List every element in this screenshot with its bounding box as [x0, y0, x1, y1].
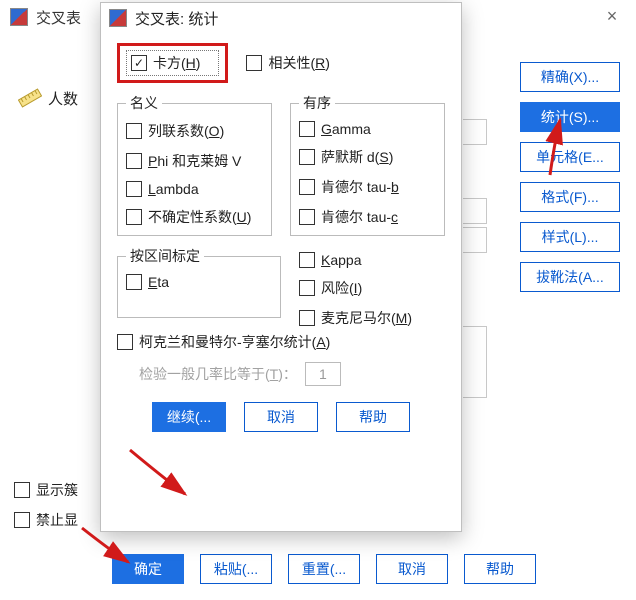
interval-legend: 按区间标定	[126, 246, 204, 266]
contingency-coef-checkbox[interactable]	[126, 123, 142, 139]
reset-button[interactable]: 重置(...	[288, 554, 360, 584]
eta-checkbox[interactable]	[126, 274, 142, 290]
lambda-label: Lambda	[148, 181, 199, 197]
kendall-tau-c-label: 肯德尔 tau-c	[321, 207, 398, 227]
uncertainty-coef-label: 不确定性系数(U)	[148, 207, 251, 227]
field-label-people[interactable]: 人数	[48, 88, 78, 109]
child-titlebar: 交叉表: 统计	[101, 3, 461, 33]
close-icon[interactable]: ×	[602, 6, 622, 26]
parent-side-buttons: 精确(X)... 统计(S)... 单元格(E... 格式(F)... 样式(L…	[520, 62, 620, 292]
child-title: 交叉表: 统计	[135, 8, 218, 29]
continue-button[interactable]: 继续(...	[152, 402, 226, 432]
odds-ratio-input: 1	[305, 362, 341, 386]
nominal-legend: 名义	[126, 93, 162, 113]
parent-bottom-bar: 确定 粘贴(... 重置(... 取消 帮助	[112, 554, 536, 584]
chi-square-checkbox[interactable]: ✓	[131, 55, 147, 71]
app-icon	[109, 9, 127, 27]
ok-button[interactable]: 确定	[112, 554, 184, 584]
suppress-display-label: 禁止显	[36, 510, 78, 530]
exact-button[interactable]: 精确(X)...	[520, 62, 620, 92]
correlations-label: 相关性(R)	[268, 53, 329, 73]
correlations-checkbox[interactable]	[246, 55, 262, 71]
chi-square-label: 卡方(H)	[153, 53, 200, 73]
chi-square-highlight: ✓ 卡方(H)	[117, 43, 228, 83]
style-button[interactable]: 样式(L)...	[520, 222, 620, 252]
gamma-label: Gamma	[321, 121, 371, 137]
show-cluster-label: 显示簇	[36, 480, 78, 500]
parent-bottom-checks: 显示簇 禁止显	[14, 480, 78, 530]
nominal-group: 名义 列联系数(O) Phi 和克莱姆 V Lambda 不确定性系数(U)	[117, 93, 272, 236]
phi-cramer-checkbox[interactable]	[126, 153, 142, 169]
bootstrap-button[interactable]: 拔靴法(A...	[520, 262, 620, 292]
odds-ratio-row: 检验一般几率比等于(T)： 1	[139, 362, 445, 386]
kendall-tau-b-checkbox[interactable]	[299, 179, 315, 195]
statistics-button[interactable]: 统计(S)...	[520, 102, 620, 132]
mcnemar-checkbox[interactable]	[299, 310, 315, 326]
kappa-checkbox[interactable]	[299, 252, 315, 268]
app-icon	[10, 8, 28, 26]
odds-ratio-label: 检验一般几率比等于(T)：	[139, 364, 297, 384]
eta-label: Eta	[148, 274, 169, 290]
paste-button[interactable]: 粘贴(...	[200, 554, 272, 584]
statistics-dialog: 交叉表: 统计 ✓ 卡方(H) 相关性(R) 名义 列联系数(O) Phi 和克	[100, 2, 462, 532]
ordinal-legend: 有序	[299, 93, 335, 113]
help-button[interactable]: 帮助	[464, 554, 536, 584]
listbox-fragment	[463, 227, 487, 253]
child-help-button[interactable]: 帮助	[336, 402, 410, 432]
cancel-button[interactable]: 取消	[376, 554, 448, 584]
lambda-checkbox[interactable]	[126, 181, 142, 197]
listbox-fragment	[463, 198, 487, 224]
risk-checkbox[interactable]	[299, 280, 315, 296]
uncertainty-coef-checkbox[interactable]	[126, 209, 142, 225]
somers-d-checkbox[interactable]	[299, 149, 315, 165]
format-button[interactable]: 格式(F)...	[520, 182, 620, 212]
ordinal-group: 有序 Gamma 萨默斯 d(S) 肯德尔 tau-b 肯德尔 tau-c	[290, 93, 445, 236]
listbox-fragment	[463, 119, 487, 145]
kendall-tau-c-checkbox[interactable]	[299, 209, 315, 225]
gamma-checkbox[interactable]	[299, 121, 315, 137]
kappa-label: Kappa	[321, 252, 362, 268]
cells-button[interactable]: 单元格(E...	[520, 142, 620, 172]
suppress-display-checkbox[interactable]	[14, 512, 30, 528]
risk-label: 风险(I)	[321, 278, 362, 298]
child-bottom-bar: 继续(... 取消 帮助	[117, 402, 445, 432]
phi-cramer-label: Phi 和克莱姆 V	[148, 151, 241, 171]
ruler-icon	[18, 86, 42, 110]
parent-title: 交叉表	[36, 7, 81, 28]
contingency-coef-label: 列联系数(O)	[148, 121, 224, 141]
interval-group: 按区间标定 Eta	[117, 246, 281, 318]
mcnemar-label: 麦克尼马尔(M)	[321, 308, 412, 328]
cmh-label: 柯克兰和曼特尔-亨塞尔统计(A)	[139, 332, 330, 352]
kendall-tau-b-label: 肯德尔 tau-b	[321, 177, 399, 197]
child-cancel-button[interactable]: 取消	[244, 402, 318, 432]
listbox-fragment	[463, 326, 487, 398]
cmh-checkbox[interactable]	[117, 334, 133, 350]
show-cluster-checkbox[interactable]	[14, 482, 30, 498]
somers-d-label: 萨默斯 d(S)	[321, 147, 393, 167]
